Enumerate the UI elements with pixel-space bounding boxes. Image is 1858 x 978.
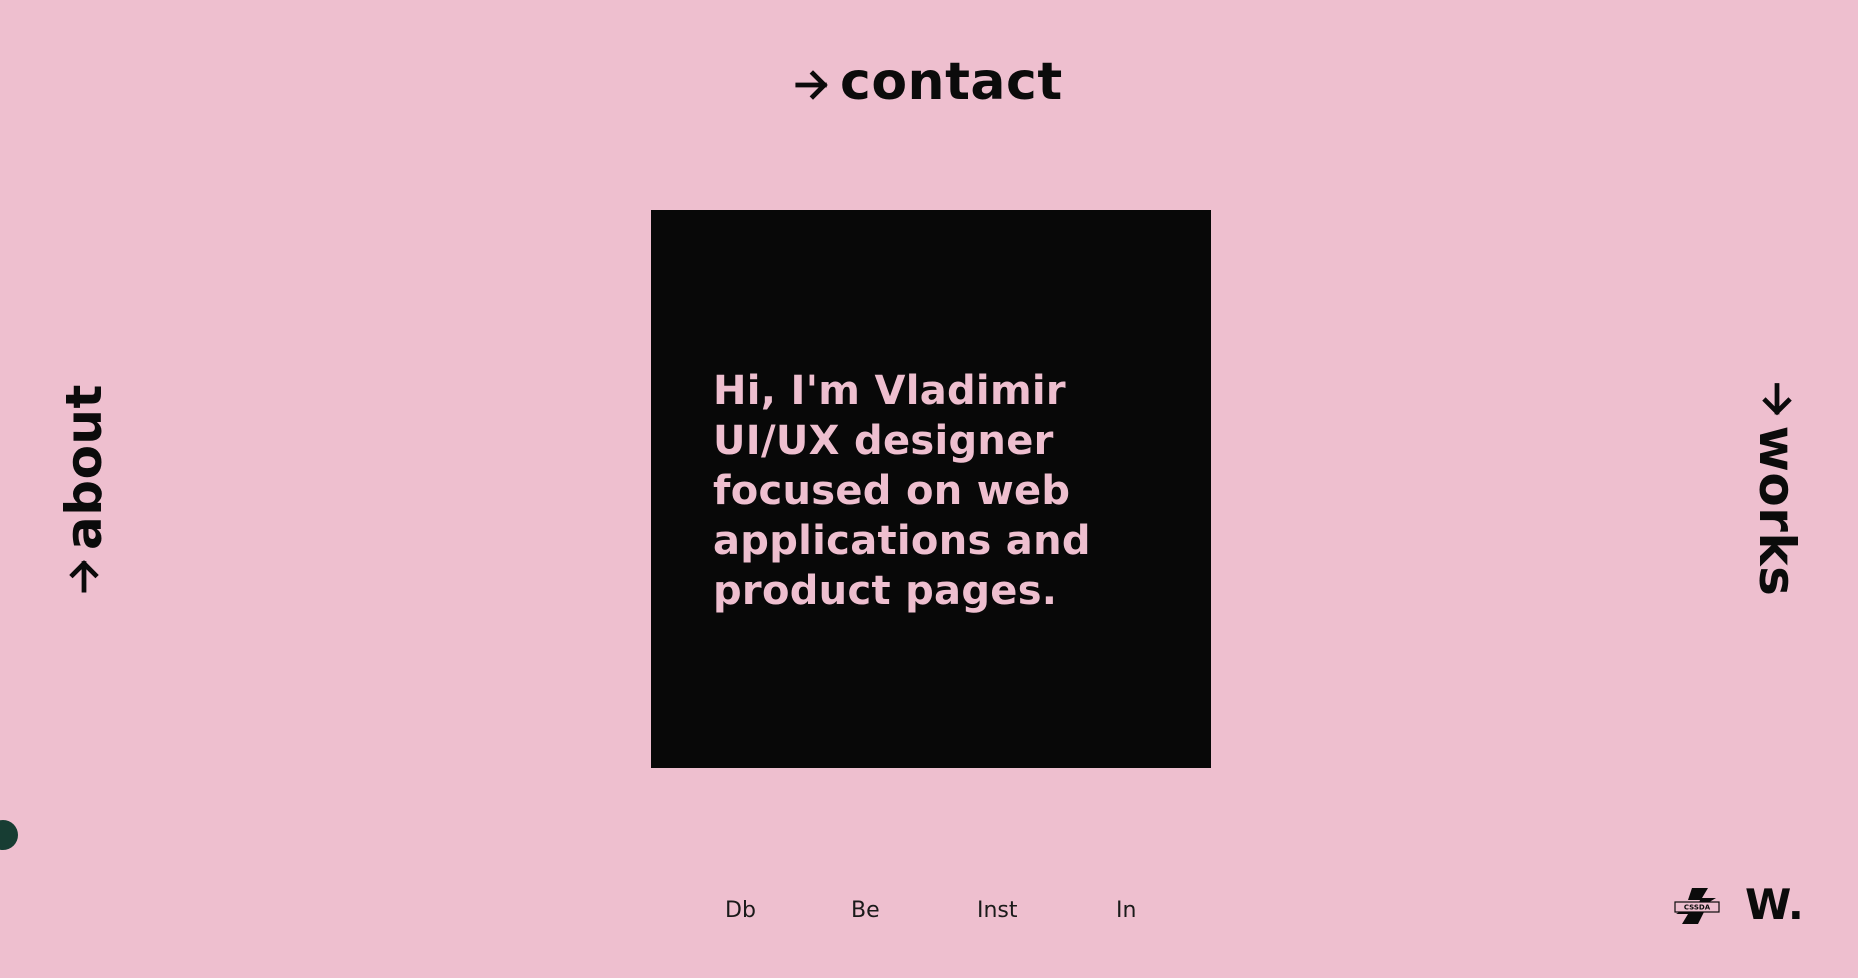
- contact-link[interactable]: contact: [794, 54, 1063, 110]
- arrow-right-icon: [69, 560, 99, 593]
- arrow-right-icon: [1762, 383, 1792, 416]
- intro-line: UI/UX designer: [713, 418, 1054, 464]
- cssda-badge-icon[interactable]: CSSDA: [1672, 886, 1722, 926]
- about-label: about: [55, 384, 113, 550]
- contact-label: contact: [840, 52, 1063, 112]
- behance-link[interactable]: Be: [851, 897, 880, 925]
- logo[interactable]: W.: [1745, 880, 1804, 930]
- works-label: works: [1748, 425, 1806, 597]
- about-link[interactable]: about: [55, 384, 113, 594]
- works-link[interactable]: works: [1748, 382, 1806, 597]
- cursor-dot: [0, 820, 18, 850]
- intro-line: Hi, I'm Vladimir: [713, 368, 1066, 414]
- intro-line: focused on web: [713, 468, 1071, 514]
- badge-text: CSSDA: [1684, 904, 1711, 912]
- intro-line: product pages.: [713, 568, 1058, 614]
- intro-panel: Hi, I'm Vladimir UI/UX designer focused …: [651, 210, 1211, 768]
- linkedin-link[interactable]: In: [1116, 897, 1136, 925]
- instagram-link[interactable]: Inst: [977, 897, 1018, 925]
- arrow-right-icon: [795, 70, 828, 100]
- dribbble-link[interactable]: Db: [725, 897, 756, 925]
- intro-line: applications and: [713, 518, 1091, 564]
- intro-text: Hi, I'm Vladimir UI/UX designer focused …: [713, 366, 1193, 616]
